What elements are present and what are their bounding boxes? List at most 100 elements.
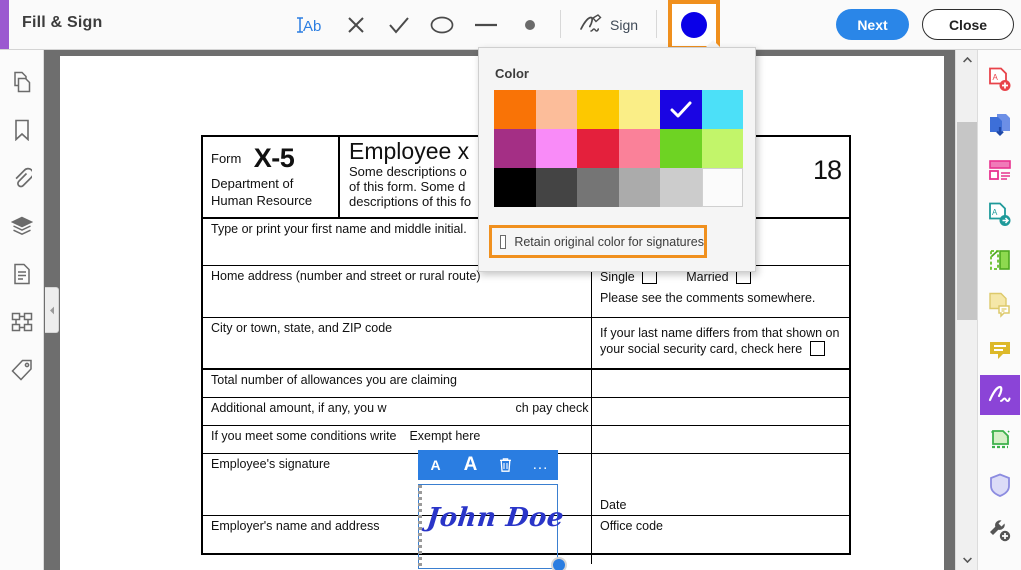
left-navigation-rail xyxy=(0,50,44,570)
increase-font-size-button[interactable]: A xyxy=(453,450,488,480)
married-label: Married xyxy=(686,270,728,284)
document-icon[interactable] xyxy=(6,258,38,290)
color-swatch-grid xyxy=(494,90,743,207)
next-button[interactable]: Next xyxy=(836,9,909,40)
create-pdf-icon[interactable]: A xyxy=(980,60,1020,100)
collapse-left-pane[interactable] xyxy=(45,287,59,333)
color-swatch[interactable] xyxy=(536,129,578,168)
color-swatch[interactable] xyxy=(577,168,619,207)
color-swatch[interactable] xyxy=(536,90,578,129)
color-swatch-row xyxy=(494,90,743,129)
fill-sign-toolbar: Fill & Sign Ab xyxy=(0,0,1021,50)
single-label: Single xyxy=(600,270,635,284)
scroll-down-icon[interactable] xyxy=(956,550,978,570)
checkmark-tool[interactable] xyxy=(382,8,416,42)
retain-original-color-checkbox-row[interactable]: Retain original color for signatures xyxy=(489,225,707,258)
form-cell-additional: Additional amount, if any, you w ch pay … xyxy=(203,398,592,425)
color-swatch[interactable] xyxy=(577,129,619,168)
color-swatch[interactable] xyxy=(702,90,744,129)
lastname-line-1: If your last name differs from that show… xyxy=(600,326,849,341)
color-popup-title: Color xyxy=(495,66,529,81)
form-cell-allowances: Total number of allowances you are claim… xyxy=(203,370,592,397)
fill-and-sign-icon[interactable] xyxy=(980,375,1020,415)
delete-button[interactable] xyxy=(488,450,523,480)
cross-tool[interactable] xyxy=(339,8,373,42)
allowances-label: Total number of allowances you are claim… xyxy=(211,373,591,388)
close-button[interactable]: Close xyxy=(922,9,1014,40)
toolbar-accent-bar xyxy=(0,0,9,49)
form-cell-date[interactable]: Date xyxy=(592,454,849,515)
color-swatch-row xyxy=(494,168,743,207)
color-swatch[interactable] xyxy=(536,168,578,207)
dot-tool[interactable] xyxy=(513,8,547,42)
sticky-note-icon[interactable] xyxy=(980,330,1020,370)
signature-drag-handle[interactable] xyxy=(418,485,422,568)
color-swatch[interactable] xyxy=(702,168,744,207)
toolbar-separator-1 xyxy=(560,10,561,38)
more-options-button[interactable]: ... xyxy=(523,450,558,480)
fill-and-sign-window: Form X-5 Department of Human Resource Em… xyxy=(0,0,1021,570)
comment-icon[interactable] xyxy=(980,285,1020,325)
line-tool[interactable] xyxy=(469,8,503,42)
form-cell-allowances-value[interactable] xyxy=(592,370,849,397)
color-swatch[interactable] xyxy=(619,129,661,168)
color-swatch[interactable] xyxy=(702,129,744,168)
form-cell-marital: Single Married Please see the comments s… xyxy=(592,266,849,317)
edit-pdf-icon[interactable]: A xyxy=(980,195,1020,235)
form-cell-address: Home address (number and street or rural… xyxy=(203,266,592,317)
svg-text:Ab: Ab xyxy=(303,18,321,35)
scroll-up-icon[interactable] xyxy=(956,50,978,70)
tags-icon[interactable] xyxy=(6,354,38,386)
color-swatch-row xyxy=(494,129,743,168)
form-code: X-5 xyxy=(254,143,295,174)
decrease-font-size-button[interactable]: A xyxy=(418,450,453,480)
form-cell-lastname: If your last name differs from that show… xyxy=(592,318,849,368)
export-pdf-icon[interactable] xyxy=(980,105,1020,145)
form-row-address: Home address (number and street or rural… xyxy=(203,266,849,318)
office-code-label: Office code xyxy=(600,519,849,534)
color-swatch[interactable] xyxy=(494,168,536,207)
date-label: Date xyxy=(600,498,849,513)
vertical-scrollbar[interactable] xyxy=(955,50,977,570)
color-swatch[interactable] xyxy=(660,129,702,168)
crop-pages-icon[interactable] xyxy=(980,240,1020,280)
text-tool[interactable]: Ab xyxy=(293,8,327,42)
circle-tool[interactable] xyxy=(425,8,459,42)
retain-original-color-checkbox[interactable] xyxy=(500,235,506,249)
color-swatch[interactable] xyxy=(619,168,661,207)
form-cell-exempt-value[interactable] xyxy=(592,426,849,453)
signature-field[interactable]: John Doe xyxy=(418,484,558,569)
color-swatch[interactable] xyxy=(494,90,536,129)
signature-text: John Doe xyxy=(425,503,565,533)
form-row-allowances: Total number of allowances you are claim… xyxy=(203,370,849,398)
signature-resize-handle[interactable] xyxy=(551,557,567,570)
stamp-icon[interactable] xyxy=(980,420,1020,460)
protect-icon[interactable] xyxy=(980,465,1020,505)
layers-icon[interactable] xyxy=(6,210,38,242)
color-swatch[interactable] xyxy=(494,129,536,168)
svg-text:A: A xyxy=(993,73,999,82)
form-cell-office-code[interactable]: Office code xyxy=(592,516,849,564)
check-icon xyxy=(670,101,692,119)
tools-icon[interactable] xyxy=(980,510,1020,550)
color-swatch[interactable] xyxy=(660,168,702,207)
attachment-icon[interactable] xyxy=(6,162,38,194)
form-row-additional: Additional amount, if any, you w ch pay … xyxy=(203,398,849,426)
form-cell-additional-value[interactable] xyxy=(592,398,849,425)
organize-pages-icon[interactable] xyxy=(980,150,1020,190)
page-thumbnails-icon[interactable] xyxy=(6,66,38,98)
color-swatch[interactable] xyxy=(619,90,661,129)
color-swatch[interactable] xyxy=(577,90,619,129)
close-label: Close xyxy=(949,17,987,33)
sign-pen-icon xyxy=(578,14,604,36)
lastname-differs-checkbox[interactable] xyxy=(810,341,825,356)
right-tools-rail: A A xyxy=(977,50,1021,570)
svg-text:A: A xyxy=(992,208,998,217)
destinations-icon[interactable] xyxy=(6,306,38,338)
marital-note: Please see the comments somewhere. xyxy=(600,291,849,306)
signature-float-toolbar: A A ... xyxy=(418,450,558,480)
sign-button[interactable]: Sign xyxy=(578,9,638,41)
bookmark-icon[interactable] xyxy=(6,114,38,146)
scrollbar-thumb[interactable] xyxy=(957,122,977,320)
color-swatch-selected[interactable] xyxy=(660,90,702,129)
